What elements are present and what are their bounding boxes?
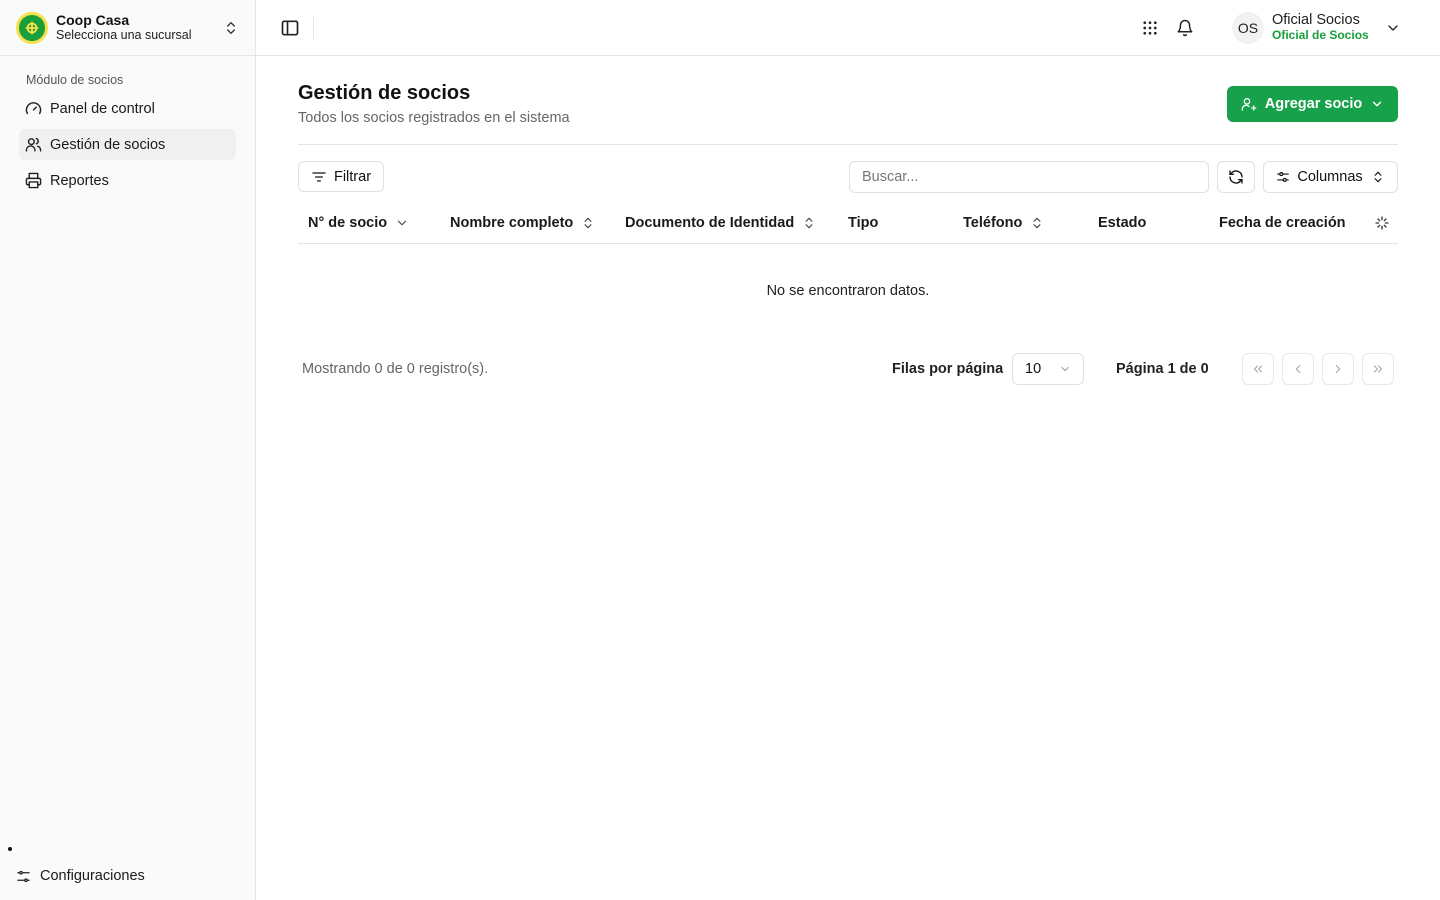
refresh-button[interactable] [1217, 161, 1255, 193]
chevrons-up-down-icon [1374, 171, 1382, 183]
add-member-button[interactable]: Agregar socio [1227, 86, 1398, 122]
gauge-icon [25, 102, 42, 115]
page-indicator: Página 1 de 0 [1116, 361, 1209, 377]
avatar: OS [1232, 12, 1264, 44]
chevron-left-icon [1295, 364, 1301, 374]
column-header-numero-socio[interactable]: N° de socio [308, 207, 409, 239]
chevrons-up-down-icon [805, 217, 813, 229]
next-page-button[interactable] [1322, 353, 1354, 385]
sidebar-item-configuraciones[interactable]: Configuraciones [16, 864, 145, 888]
sidebar-item-label: Reportes [50, 172, 109, 189]
chevron-down-icon [398, 220, 407, 226]
filter-lines-icon [312, 171, 326, 182]
bell-icon[interactable] [1176, 19, 1194, 37]
sidebar-toggle-icon[interactable] [280, 18, 300, 38]
sidebar-item-panel-de-control[interactable]: Panel de control [19, 93, 236, 124]
top-header: OS Oficial Socios Oficial de Socios [256, 0, 1440, 56]
branch-switcher[interactable]: Coop Casa Selecciona una sucursal [0, 0, 255, 56]
page-subtitle: Todos los socios registrados en el siste… [298, 110, 570, 126]
rows-per-page-label: Filas por página [892, 361, 1004, 377]
chevrons-up-down-icon [584, 217, 592, 229]
chevron-down-icon [1373, 101, 1382, 107]
chevrons-right-icon [1373, 365, 1383, 373]
brand-title: Coop Casa [56, 12, 130, 29]
chevron-down-icon [1388, 25, 1398, 31]
column-header-tipo: Tipo [848, 207, 878, 239]
column-label: Nombre completo [450, 215, 574, 231]
sidebar-item-gestion-de-socios[interactable]: Gestión de socios [19, 129, 236, 160]
sparkle-icon[interactable] [1374, 215, 1390, 231]
rows-per-page-value: 10 [1025, 361, 1042, 377]
columns-label: Columnas [1297, 169, 1363, 185]
column-label: Tipo [848, 215, 879, 231]
page-title: Gestión de socios [298, 82, 471, 104]
sidebar-item-label: Gestión de socios [50, 136, 166, 153]
column-label: Teléfono [963, 215, 1023, 231]
coop-logo-icon [16, 11, 48, 44]
last-page-button[interactable] [1362, 353, 1394, 385]
brand-subtitle: Selecciona una sucursal [56, 28, 192, 43]
column-header-documento[interactable]: Documento de Identidad [625, 207, 816, 239]
chevron-right-icon [1335, 364, 1341, 374]
column-header-fecha-creacion: Fecha de creación [1219, 207, 1346, 239]
user-plus-icon [1241, 98, 1257, 111]
status-dot [8, 847, 12, 851]
column-label: N° de socio [308, 215, 388, 231]
sliders-icon [17, 870, 30, 882]
add-member-label: Agregar socio [1264, 96, 1363, 112]
apps-grid-icon[interactable] [1141, 19, 1159, 37]
first-page-button[interactable] [1242, 353, 1274, 385]
column-label: Estado [1098, 215, 1147, 231]
sidebar-item-label: Configuraciones [40, 868, 145, 884]
column-header-telefono[interactable]: Teléfono [963, 207, 1044, 239]
records-count: Mostrando 0 de 0 registro(s). [302, 361, 489, 377]
sidebar-nav: Panel de control Gestión de socios Repor… [0, 93, 255, 196]
header-divider [313, 17, 314, 39]
sidebar-item-label: Panel de control [50, 100, 155, 117]
chevrons-up-down-icon [227, 21, 235, 34]
column-header-nombre[interactable]: Nombre completo [450, 207, 595, 239]
sidebar-section-label: Módulo de socios [26, 73, 124, 87]
search-input[interactable] [849, 161, 1209, 193]
column-label: Fecha de creación [1219, 215, 1346, 231]
filter-label: Filtrar [333, 168, 372, 185]
section-divider [298, 144, 1398, 145]
sidebar-item-reportes[interactable]: Reportes [19, 165, 236, 196]
chevrons-left-icon [1253, 365, 1263, 373]
column-header-estado: Estado [1098, 207, 1146, 239]
columns-button[interactable]: Columnas [1263, 161, 1398, 193]
table-header: N° de socio Nombre completo Documento de… [298, 207, 1398, 244]
refresh-icon [1229, 170, 1243, 184]
user-menu[interactable]: OS Oficial Socios Oficial de Socios [1232, 10, 1401, 46]
settings-sliders-icon [1277, 172, 1290, 182]
sidebar: Coop Casa Selecciona una sucursal Módulo… [0, 0, 256, 900]
filter-button[interactable]: Filtrar [298, 161, 384, 192]
chevron-down-icon [1061, 367, 1069, 371]
printer-icon [25, 172, 42, 189]
chevrons-up-down-icon [1033, 217, 1041, 229]
users-icon [25, 137, 42, 152]
rows-per-page-select[interactable]: 10 [1012, 353, 1084, 385]
column-label: Documento de Identidad [625, 215, 795, 231]
user-name: Oficial Socios [1272, 12, 1360, 29]
user-role: Oficial de Socios [1272, 28, 1369, 43]
previous-page-button[interactable] [1282, 353, 1314, 385]
empty-state-message: No se encontraron datos. [766, 283, 930, 299]
